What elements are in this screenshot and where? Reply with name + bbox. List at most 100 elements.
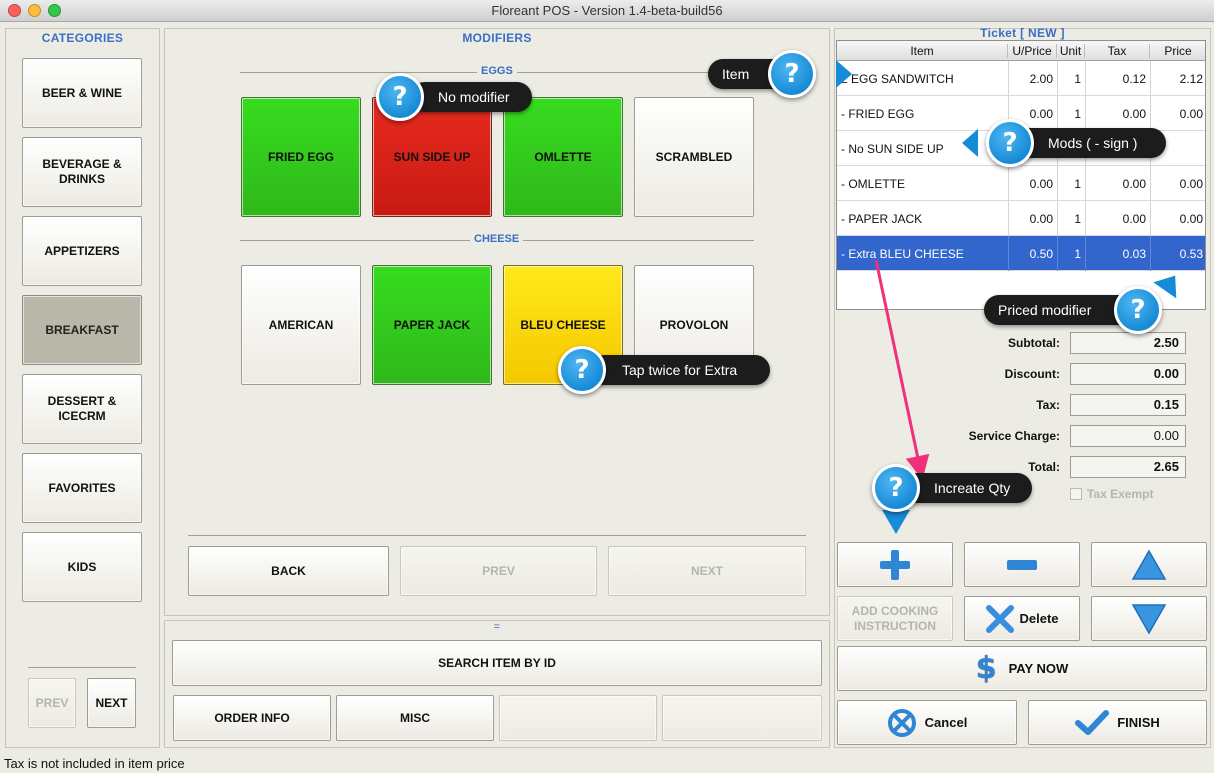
ticket-table[interactable]: Item U/Price Unit Tax Price 2 EGG SANDWI… (836, 40, 1206, 310)
delete-button[interactable]: Delete (964, 596, 1080, 641)
scroll-up-button[interactable] (1091, 542, 1207, 587)
close-window-button[interactable] (8, 4, 21, 17)
callout-priced-modifier: Priced modifier (984, 295, 1134, 325)
triangle-down-icon (1131, 603, 1167, 635)
minimize-window-button[interactable] (28, 4, 41, 17)
finish-label: FINISH (1117, 715, 1160, 730)
delete-x-icon (986, 604, 1015, 633)
discount-label: Discount: (1004, 367, 1060, 381)
callout-priced-modifier-text: Priced modifier (998, 302, 1092, 318)
callout-increase-qty: Increate Qty (902, 473, 1032, 503)
service-charge-value[interactable]: 0.00 (1070, 425, 1186, 447)
ticket-cell-item: - Extra BLEU CHEESE (841, 247, 964, 261)
ticket-row[interactable]: - Extra BLEU CHEESE 0.50 1 0.03 0.53 (837, 236, 1205, 271)
delete-label: Delete (1019, 611, 1059, 626)
empty-action-button-2 (662, 695, 822, 741)
pay-now-label: PAY NOW (1008, 661, 1069, 676)
cheese-group-label: CHEESE (470, 233, 524, 245)
tax-value: 0.15 (1070, 394, 1186, 416)
increase-qty-button[interactable] (837, 542, 953, 587)
ticket-row[interactable]: 2 EGG SANDWITCH 2.00 1 0.12 2.12 (837, 61, 1205, 96)
cancel-icon (887, 708, 916, 737)
cancel-label: Cancel (924, 715, 968, 730)
ticket-cell-price: 0.00 (1179, 177, 1203, 191)
tax-exempt-label: Tax Exempt (1087, 487, 1154, 501)
finish-button[interactable]: FINISH (1028, 700, 1207, 745)
modifiers-back-button[interactable]: BACK (188, 546, 389, 596)
decrease-qty-button[interactable] (964, 542, 1080, 587)
ticket-title: Ticket [ NEW ] (980, 26, 1065, 40)
modifier-american[interactable]: AMERICAN (241, 265, 361, 385)
order-info-button[interactable]: ORDER INFO (173, 695, 331, 741)
cancel-button[interactable]: Cancel (837, 700, 1017, 745)
categories-next-button[interactable]: NEXT (87, 678, 136, 728)
minus-icon (1007, 559, 1037, 570)
help-icon-no-modifier: ? (376, 73, 424, 121)
modifier-scrambled[interactable]: SCRAMBLED (634, 97, 754, 217)
help-icon-tap-twice: ? (558, 346, 606, 394)
ticket-cell-item: - OMLETTE (841, 177, 906, 191)
modifier-fried-egg[interactable]: FRIED EGG (241, 97, 361, 217)
zoom-window-button[interactable] (48, 4, 61, 17)
category-favorites[interactable]: FAVORITES (22, 453, 142, 523)
category-beverage-drinks[interactable]: BEVERAGE & DRINKS (22, 137, 142, 207)
window-title: Floreant POS - Version 1.4-beta-build56 (491, 3, 723, 18)
search-item-by-id-button[interactable]: SEARCH ITEM BY ID (172, 640, 822, 686)
panel-divider-handle[interactable]: = (165, 621, 829, 633)
ticket-cell-uprice: 0.00 (1029, 212, 1053, 226)
col-tax[interactable]: Tax (1085, 44, 1150, 58)
help-icon-mods: ? (986, 119, 1034, 167)
callout-increase-qty-tail (882, 510, 910, 534)
help-icon-priced-modifier: ? (1114, 286, 1162, 334)
ticket-cell-unit: 1 (1074, 212, 1081, 226)
col-price[interactable]: Price (1150, 44, 1206, 58)
category-kids[interactable]: KIDS (22, 532, 142, 602)
modifiers-title: MODIFIERS (462, 31, 532, 45)
ticket-cell-item: - FRIED EGG (841, 107, 915, 121)
ticket-cell-uprice: 2.00 (1029, 72, 1053, 86)
ticket-table-header: Item U/Price Unit Tax Price (837, 41, 1205, 61)
ticket-cell-unit: 1 (1074, 247, 1081, 261)
callout-mods-text: Mods ( - sign ) (1048, 135, 1138, 151)
callout-no-modifier: No modifier (410, 82, 532, 112)
window-titlebar: Floreant POS - Version 1.4-beta-build56 (0, 0, 1214, 22)
col-item[interactable]: Item (837, 44, 1008, 58)
scroll-down-button[interactable] (1091, 596, 1207, 641)
modifier-omlette[interactable]: OMLETTE (503, 97, 623, 217)
categories-prev-button[interactable]: PREV (28, 678, 76, 728)
ticket-row[interactable]: - OMLETTE 0.00 1 0.00 0.00 (837, 166, 1205, 201)
callout-item-tail (836, 60, 852, 88)
category-beer-wine[interactable]: BEER & WINE (22, 58, 142, 128)
callout-tap-twice: Tap twice for Extra (590, 355, 770, 385)
ticket-cell-tax: 0.12 (1122, 72, 1146, 86)
ticket-cell-price: 0.00 (1179, 107, 1203, 121)
modifiers-next-button[interactable]: NEXT (608, 546, 806, 596)
subtotal-value: 2.50 (1070, 332, 1186, 354)
ticket-cell-price: 0.53 (1179, 247, 1203, 261)
ticket-cell-unit: 1 (1074, 177, 1081, 191)
ticket-cell-uprice: 0.00 (1029, 177, 1053, 191)
service-charge-label: Service Charge: (968, 429, 1060, 443)
ticket-cell-tax: 0.00 (1122, 107, 1146, 121)
ticket-cell-unit: 1 (1074, 107, 1081, 121)
col-unit[interactable]: Unit (1057, 44, 1085, 58)
modifier-paper-jack[interactable]: PAPER JACK (372, 265, 492, 385)
callout-no-modifier-text: No modifier (438, 89, 510, 105)
ticket-row[interactable]: - PAPER JACK 0.00 1 0.00 0.00 (837, 201, 1205, 236)
tax-exempt-checkbox[interactable] (1070, 488, 1082, 500)
category-breakfast[interactable]: BREAKFAST (22, 295, 142, 365)
callout-mods-tail (962, 129, 978, 157)
category-dessert-icecrm[interactable]: DESSERT & ICECRM (22, 374, 142, 444)
eggs-group-label: EGGS (477, 65, 517, 77)
ticket-cell-tax: 0.00 (1122, 212, 1146, 226)
help-icon-item: ? (768, 50, 816, 98)
add-cooking-instruction-button[interactable]: ADD COOKING INSTRUCTION (837, 596, 953, 641)
categories-title: CATEGORIES (41, 31, 124, 45)
checkmark-icon (1075, 709, 1110, 735)
category-appetizers[interactable]: APPETIZERS (22, 216, 142, 286)
misc-button[interactable]: MISC (336, 695, 494, 741)
ticket-cell-item: 2 EGG SANDWITCH (841, 72, 954, 86)
modifiers-prev-button[interactable]: PREV (400, 546, 597, 596)
pay-now-button[interactable]: $ PAY NOW (837, 646, 1207, 691)
col-uprice[interactable]: U/Price (1008, 44, 1057, 58)
